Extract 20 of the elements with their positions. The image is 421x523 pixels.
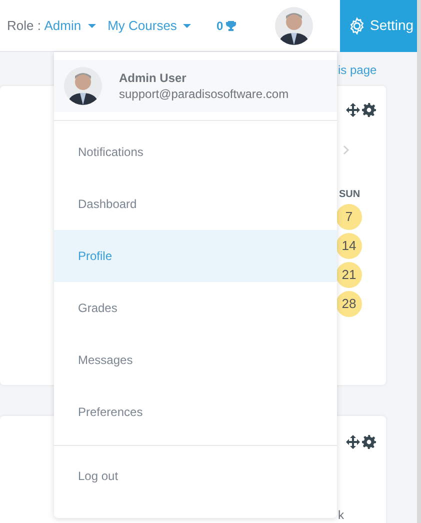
role-label: Role :: [7, 16, 41, 35]
trophy-count[interactable]: 0: [216, 16, 236, 34]
menu-item[interactable]: Messages: [54, 334, 337, 386]
logout-item[interactable]: Log out: [54, 450, 337, 502]
weekday-header: SUN: [339, 188, 360, 202]
courses-dropdown[interactable]: My Courses: [108, 16, 192, 36]
user-name: Admin User: [119, 70, 188, 86]
page-link[interactable]: is page: [338, 61, 377, 79]
calendar-day[interactable]: 21: [336, 262, 362, 288]
role-dropdown[interactable]: Admin: [44, 16, 96, 36]
menu-item[interactable]: Preferences: [54, 386, 337, 438]
user-email: support@paradisosoftware.com: [119, 86, 289, 102]
menu-item[interactable]: Notifications: [54, 126, 337, 178]
calendar-day[interactable]: 28: [336, 291, 362, 317]
menu-item[interactable]: Grades: [54, 282, 337, 334]
menu-item[interactable]: Dashboard: [54, 178, 337, 230]
card-text: k: [338, 507, 344, 523]
menu-item[interactable]: Profile: [54, 230, 337, 282]
calendar-day[interactable]: 7: [336, 204, 362, 230]
calendar-day[interactable]: 14: [336, 233, 362, 259]
